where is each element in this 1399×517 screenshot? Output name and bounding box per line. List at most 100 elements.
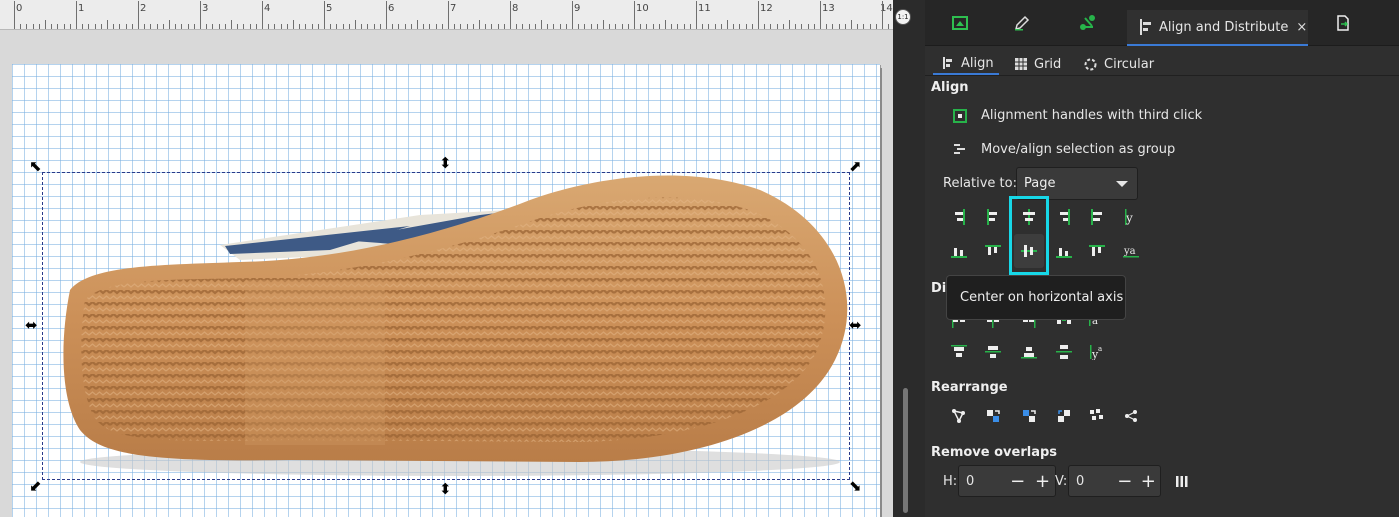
ruler-tick (63, 24, 65, 29)
horizontal-gap-value[interactable]: 0 (959, 474, 1005, 489)
selection-bounding-box[interactable] (42, 172, 850, 480)
ruler-label: 0 (16, 3, 23, 14)
align-left-edges-button[interactable] (982, 206, 1004, 228)
align-right-edges-button[interactable] (1053, 206, 1075, 228)
ruler-tick (224, 24, 226, 29)
align-distribute-icon (1140, 19, 1151, 35)
ruler-tick (249, 24, 251, 29)
resize-handle-right[interactable]: ⬌ (849, 318, 862, 333)
tab-align-distribute[interactable]: Align and Distribute × (1127, 10, 1308, 46)
tab-export[interactable] (951, 10, 969, 36)
align-top-edges-button[interactable] (982, 240, 1004, 262)
option-alignment-handles-label: Alignment handles with third click (981, 108, 1203, 123)
align-left-to-right-icon (1091, 209, 1102, 225)
vertical-gap-value[interactable]: 0 (1069, 474, 1113, 489)
decrement-button[interactable]: − (1005, 471, 1030, 492)
ruler-label: 10 (636, 3, 649, 14)
decrement-button[interactable]: − (1113, 471, 1136, 492)
exchange-order-icon (987, 410, 1000, 422)
ruler-tick (615, 24, 617, 29)
ruler-tick (311, 24, 313, 29)
tab-align-label: Align and Distribute (1159, 19, 1289, 35)
align-right-to-left-button[interactable] (948, 206, 970, 228)
tab-align[interactable]: Align (933, 53, 999, 75)
ruler-tick (212, 24, 214, 29)
ruler-tick (367, 24, 369, 29)
ruler-tick (689, 24, 691, 29)
tab-grid[interactable]: Grid (1015, 53, 1061, 75)
ruler-tick (231, 20, 232, 29)
tab-edit[interactable] (1013, 10, 1031, 36)
vertical-gap-spinbox[interactable]: 0 − + (1068, 465, 1161, 497)
exchange-clockwise-button[interactable] (1053, 405, 1075, 427)
tab-tools[interactable] (1079, 10, 1097, 36)
graph-layout-icon (952, 409, 965, 423)
exchange-z-order-button[interactable] (1018, 405, 1040, 427)
align-baseline-text-button[interactable]: y (1120, 206, 1142, 228)
tooltip: Center on horizontal axis (946, 275, 1126, 320)
ruler-tick (826, 24, 828, 29)
option-move-as-group-label: Move/align selection as group (981, 142, 1176, 157)
ruler-tick (510, 1, 511, 29)
ruler-label: 1 (78, 3, 85, 14)
unclump-objects-button[interactable] (1120, 405, 1142, 427)
option-alignment-handles[interactable]: Alignment handles with third click (953, 108, 1202, 123)
ruler-tick (348, 24, 350, 29)
randomize-centers-button[interactable] (1086, 405, 1108, 427)
rearrange-graph-button[interactable] (948, 405, 970, 427)
unclump-icon (1125, 410, 1137, 422)
distribute-vertical-centers-button[interactable] (982, 341, 1004, 363)
ruler-tick (795, 24, 797, 29)
ruler-tick (770, 24, 772, 29)
ruler-tick (646, 24, 648, 29)
increment-button[interactable]: + (1137, 471, 1160, 492)
canvas-area[interactable]: 0 1 2 3 4 5 6 7 8 9 10 11 12 13 14 ⬉ ⬍ ⬈… (0, 0, 893, 517)
relative-to-value: Page (1024, 176, 1056, 191)
option-move-as-group[interactable]: Move/align selection as group (953, 142, 1175, 157)
distribute-vertical-gaps-button[interactable] (1053, 341, 1075, 363)
ruler-tick (485, 24, 487, 29)
distribute-top-edges-button[interactable] (948, 341, 970, 363)
exchange-selection-order-button[interactable] (982, 405, 1004, 427)
ruler-tick (404, 24, 406, 29)
dock-tab-bar: Align and Distribute × (925, 0, 1399, 46)
align-bottom-to-top-button[interactable] (948, 240, 970, 262)
ruler-tick (113, 24, 115, 29)
ruler-tick (88, 24, 90, 29)
align-text-anchor-button[interactable]: ya (1120, 240, 1142, 262)
ruler-tick (857, 24, 859, 29)
resize-handle-left[interactable]: ⬌ (25, 318, 38, 333)
align-right-edge-icon (955, 209, 965, 225)
ruler-tick (621, 24, 623, 29)
zoom-1-1-button[interactable]: 1:1 (895, 9, 911, 25)
align-top-to-bottom-button[interactable] (1086, 240, 1108, 262)
vertical-scrollbar-thumb[interactable] (903, 388, 908, 513)
align-left-to-right-button[interactable] (1086, 206, 1108, 228)
horizontal-ruler[interactable]: 0 1 2 3 4 5 6 7 8 9 10 11 12 13 14 (0, 0, 893, 30)
highlight-frame (1009, 196, 1049, 275)
horizontal-gap-spinbox[interactable]: 0 − + (958, 465, 1056, 497)
align-bottom-edges-button[interactable] (1053, 240, 1075, 262)
resize-handle-top-right[interactable]: ⬈ (849, 159, 862, 174)
distribute-text-anchors-button[interactable]: ya (1086, 341, 1108, 363)
ruler-tick (758, 1, 759, 29)
resize-handle-bottom[interactable]: ⬍ (439, 482, 452, 497)
resize-handle-bottom-right[interactable]: ⬊ (849, 479, 862, 494)
tab-document-export[interactable] (1334, 10, 1352, 36)
ruler-tick (69, 24, 71, 29)
resize-handle-bottom-left[interactable]: ⬋ (29, 479, 42, 494)
align-bottom-icon (951, 248, 967, 258)
remove-overlaps-button[interactable] (1171, 470, 1193, 492)
ruler-label: 13 (822, 3, 835, 14)
increment-button[interactable]: + (1030, 471, 1055, 492)
ruler-tick (609, 24, 611, 29)
close-icon[interactable]: × (1296, 20, 1307, 35)
tab-circular[interactable]: Circular (1084, 53, 1154, 75)
resize-handle-top-left[interactable]: ⬉ (29, 159, 42, 174)
ruler-tick (739, 24, 741, 29)
ruler-tick (144, 24, 146, 29)
distribute-bottom-edges-button[interactable] (1018, 341, 1040, 363)
resize-handle-top[interactable]: ⬍ (439, 156, 452, 171)
ruler-label: 4 (264, 3, 271, 14)
ruler-tick (441, 24, 443, 29)
